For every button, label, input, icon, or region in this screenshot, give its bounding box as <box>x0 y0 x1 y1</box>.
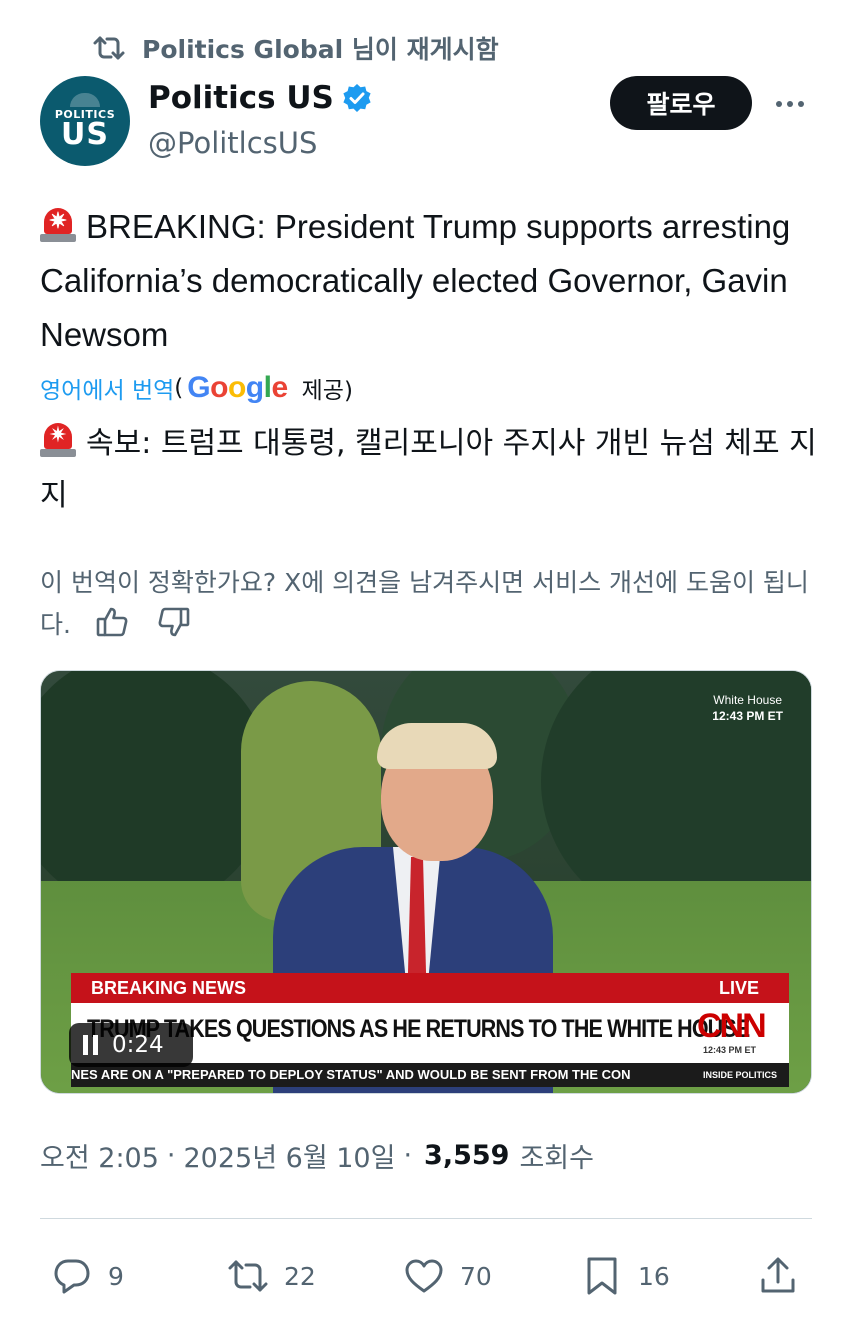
translated-from-link[interactable]: 영어에서 번역 <box>40 371 174 405</box>
views-label: 조회수 <box>519 1143 594 1174</box>
author-handle[interactable]: @PolitlcsUS <box>148 126 317 160</box>
repost-icon <box>228 1260 268 1292</box>
more-horizontal-icon <box>776 101 782 107</box>
thumbs-down-icon[interactable] <box>155 605 191 639</box>
video-hair <box>377 723 497 769</box>
like-button[interactable]: 70 <box>402 1250 492 1302</box>
translated-text: ✷ 속보: 트럼프 대통령, 캘리포니아 주지사 개빈 뉴섬 체포 지지 <box>40 418 830 522</box>
tweet-body: BREAKING: President Trump supports arres… <box>40 208 791 353</box>
translation-attribution: 영어에서 번역 ( Google 제공) <box>40 368 353 408</box>
translated-body: 속보: 트럼프 대통령, 캘리포니아 주지사 개빈 뉴섬 체포 지지 <box>40 426 817 513</box>
video-player[interactable]: White House 12:43 PM ET BREAKING NEWS LI… <box>40 670 812 1094</box>
author-display-name: Politics US <box>148 80 334 116</box>
network-time: 12:43 PM ET <box>703 1045 757 1055</box>
share-icon <box>761 1257 795 1293</box>
google-logo: Google <box>187 371 288 404</box>
rotating-light-icon: ✷ <box>40 208 76 242</box>
video-duration: 0:24 <box>112 1032 164 1058</box>
divider <box>40 1218 812 1219</box>
repost-count: 22 <box>284 1261 316 1291</box>
rotating-light-icon: ✷ <box>40 423 76 457</box>
breaking-news-label: BREAKING NEWS <box>71 973 691 1003</box>
video-controls[interactable]: 0:24 <box>69 1023 193 1067</box>
avatar[interactable]: POLITICS US <box>40 76 130 166</box>
live-label: LIVE <box>689 973 789 1003</box>
tweet-date[interactable]: 2025년 6월 10일 <box>184 1136 396 1175</box>
bookmark-icon <box>587 1257 617 1295</box>
reply-icon <box>54 1259 90 1294</box>
more-dot <box>787 101 793 107</box>
thumbs-up-icon[interactable] <box>95 605 131 639</box>
tweet-text: ✷ BREAKING: President Trump supports arre… <box>40 200 830 362</box>
repost-indicator[interactable]: Politics Global 님이 재게시함 <box>92 30 499 66</box>
follow-button[interactable]: 팔로우 <box>610 76 752 130</box>
share-button[interactable] <box>756 1250 800 1302</box>
tweet-time[interactable]: 오전 2:05 <box>40 1136 159 1175</box>
avatar-big-text: US <box>61 117 109 152</box>
tweet-meta: 오전 2:05 · 2025년 6월 10일 · 3,559 조회수 <box>40 1136 594 1175</box>
capitol-dome-icon <box>70 93 100 107</box>
author-name[interactable]: Politics US <box>148 80 372 116</box>
views-count: 3,559 <box>424 1140 510 1171</box>
reply-count: 9 <box>108 1261 124 1291</box>
provided-label: 제공) <box>301 378 353 404</box>
action-bar: 9 22 70 16 <box>0 1250 850 1302</box>
pause-icon[interactable] <box>83 1035 98 1055</box>
repost-button[interactable]: 22 <box>226 1250 316 1302</box>
more-options-button[interactable] <box>766 84 814 124</box>
video-watermark: White House 12:43 PM ET <box>712 693 783 723</box>
verified-badge-icon <box>342 83 372 113</box>
like-count: 70 <box>460 1261 492 1291</box>
repost-text: Politics Global 님이 재게시함 <box>142 35 499 64</box>
bookmark-button[interactable]: 16 <box>580 1250 670 1302</box>
heart-icon <box>405 1259 443 1293</box>
repost-icon <box>92 34 126 62</box>
meta-separator: · <box>403 1140 413 1171</box>
bookmark-count: 16 <box>638 1261 670 1291</box>
open-paren: ( <box>174 375 184 401</box>
meta-separator: · <box>166 1140 176 1171</box>
more-dot <box>798 101 804 107</box>
cnn-logo: CNN <box>697 1007 767 1045</box>
reply-button[interactable]: 9 <box>50 1250 124 1302</box>
translation-feedback: 이 번역이 정확한가요? X에 의견을 남겨주시면 서비스 개선에 도움이 됩니… <box>40 562 830 646</box>
watermark-label: White House <box>713 693 782 707</box>
watermark-time: 12:43 PM ET <box>712 709 783 723</box>
ticker-tag: INSIDE POLITICS <box>691 1063 789 1087</box>
